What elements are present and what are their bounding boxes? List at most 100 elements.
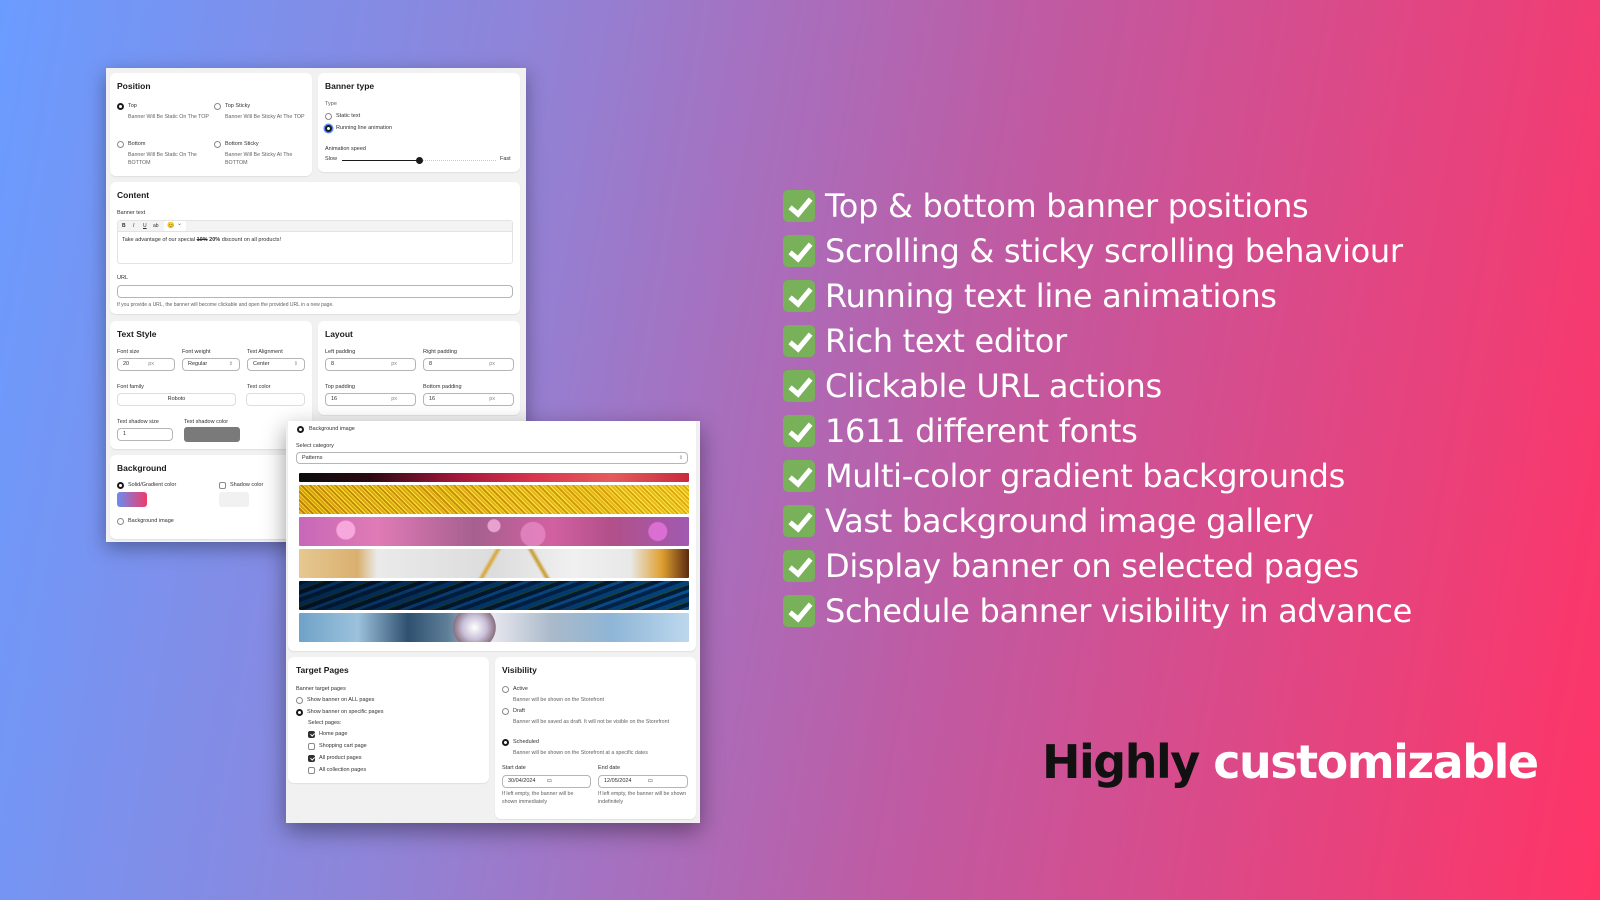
radio-draft[interactable] [502, 708, 509, 715]
layout-card: Layout Left padding 8 px Right padding 8p… [318, 321, 520, 415]
start-date-label: Start date [502, 765, 526, 771]
font-family-picker[interactable]: Roboto [117, 393, 236, 406]
checkbox-product-pages[interactable] [308, 755, 315, 762]
text-color-label: Text color [247, 384, 271, 390]
radio-background-image-selected[interactable] [297, 426, 304, 433]
shadow-size-input[interactable]: 1 [117, 428, 173, 441]
alignment-label: Text Alignment [247, 349, 283, 355]
feature-item: Vast background image gallery [783, 501, 1314, 541]
speed-slider-thumb[interactable] [416, 157, 423, 164]
radio-running-line[interactable] [325, 125, 332, 132]
banner-text-value: Take advantage of our special 10% 20% di… [122, 237, 282, 243]
check-mark-icon [783, 415, 815, 447]
select-arrows-icon: ⇕ [678, 455, 683, 461]
feature-item: Clickable URL actions [783, 366, 1162, 406]
speed-slider-fill [342, 160, 420, 161]
shadow-color-checkbox[interactable] [219, 482, 226, 489]
font-size-input[interactable]: 20 px [117, 358, 175, 371]
speed-fast-label: Fast [500, 156, 511, 162]
check-mark-icon [783, 235, 815, 267]
font-weight-select[interactable]: Regular ⇕ [182, 358, 240, 371]
tagline-dark: Highly [1042, 735, 1200, 789]
radio-top-sticky[interactable] [214, 103, 221, 110]
all-pages-label: Show banner on ALL pages [307, 697, 375, 703]
rich-text-editor[interactable]: B I U ab 😊 ⌄ Take advantage of our speci… [117, 220, 513, 264]
start-date-input[interactable]: 30/04/2024 ▭ [502, 775, 591, 788]
text-color-swatch[interactable] [246, 393, 305, 406]
end-date-label: End date [598, 765, 621, 771]
feature-item: Running text line animations [783, 276, 1277, 316]
radio-top-label: Top [128, 103, 137, 109]
editor-toolbar: B I U ab 😊 ⌄ [118, 221, 512, 232]
check-mark-icon [783, 550, 815, 582]
url-label: URL [117, 275, 129, 281]
font-family-label: Font family [117, 384, 144, 390]
shadow-color-swatch[interactable] [184, 427, 240, 442]
radio-scheduled[interactable] [502, 739, 509, 746]
radio-active[interactable] [502, 686, 509, 693]
radio-top[interactable] [117, 103, 124, 110]
italic-button[interactable]: I [133, 223, 134, 229]
type-label: Type [325, 101, 337, 107]
feature-item: Rich text editor [783, 321, 1067, 361]
checkbox-home-page[interactable] [308, 731, 315, 738]
animation-speed-label: Animation speed [325, 146, 366, 152]
static-text-label: Static text [336, 113, 361, 119]
top-padding-input[interactable]: 16 px [325, 393, 416, 406]
end-date-input[interactable]: 12/05/2024 ▭ [598, 775, 688, 788]
speed-slider-track [420, 160, 496, 161]
visibility-title: Visibility [502, 665, 537, 675]
left-padding-input[interactable]: 8 px [325, 358, 416, 371]
radio-solid-gradient[interactable] [117, 482, 124, 489]
radio-bottom-sticky-label: Bottom Sticky [225, 141, 259, 147]
bg-image-dark-red-bokeh[interactable] [299, 473, 689, 482]
checkbox-cart-page[interactable] [308, 743, 315, 750]
checkbox-collection-pages[interactable] [308, 767, 315, 774]
radio-static-text[interactable] [325, 113, 332, 120]
running-line-label: Running line animation [336, 125, 392, 131]
radio-top-sticky-label: Top Sticky [225, 103, 251, 109]
radio-bottom-label: Bottom [128, 141, 146, 147]
bg-image-white-gold-marble[interactable] [299, 549, 689, 578]
product-pages-label: All product pages [319, 755, 362, 761]
content-card: Content Banner text B I U ab 😊 ⌄ Take ad… [110, 182, 520, 314]
background-gallery-card: Background image Select category Pattern… [288, 421, 696, 651]
emoji-picker-button[interactable]: 😊 ⌄ [164, 221, 186, 231]
scheduled-label: Scheduled [513, 739, 539, 745]
radio-top-sticky-desc: Banner Will Be Sticky At The TOP [225, 114, 305, 120]
radio-background-image[interactable] [117, 518, 124, 525]
category-label: Select category [296, 443, 334, 449]
bottom-padding-input[interactable]: 16 px [423, 393, 514, 406]
bg-image-blue-crystal-pearl[interactable] [299, 613, 689, 642]
underline-button[interactable]: U [143, 223, 147, 229]
gradient-swatch[interactable] [117, 492, 147, 507]
alignment-select[interactable]: Center ⇕ [247, 358, 305, 371]
url-help: If you provide a URL, the banner will be… [117, 302, 334, 308]
check-mark-icon [783, 505, 815, 537]
shadow-color-bg-swatch[interactable] [219, 492, 249, 507]
shadow-color-label: Text shadow color [184, 419, 229, 425]
strikethrough-button[interactable]: ab [153, 223, 159, 229]
feature-item: 1611 different fonts [783, 411, 1138, 451]
tagline: Highly customizable [1042, 735, 1539, 789]
feature-item: Multi-color gradient backgrounds [783, 456, 1345, 496]
bg-image-blue-gold-agate[interactable] [299, 581, 689, 610]
speed-slow-label: Slow [325, 156, 337, 162]
category-select[interactable]: Patterns ⇕ [296, 452, 688, 464]
radio-all-pages[interactable] [296, 697, 303, 704]
bg-image-gold-glitter[interactable] [299, 485, 689, 514]
target-pages-title: Target Pages [296, 665, 349, 675]
radio-specific-pages[interactable] [296, 709, 303, 716]
radio-bottom-sticky[interactable] [214, 141, 221, 148]
right-padding-input[interactable]: 8 px [423, 358, 514, 371]
bg-image-pink-bokeh[interactable] [299, 517, 689, 546]
bottom-padding-label: Bottom padding [423, 384, 462, 390]
bold-button[interactable]: B [122, 223, 126, 229]
active-desc: Banner will be shown on the Storefront [513, 697, 604, 703]
calendar-icon[interactable]: ▭ [547, 776, 552, 787]
url-input[interactable] [117, 285, 513, 298]
calendar-icon[interactable]: ▭ [648, 776, 653, 787]
radio-bottom[interactable] [117, 141, 124, 148]
feature-item: Display banner on selected pages [783, 546, 1359, 586]
home-page-label: Home page [319, 731, 348, 737]
